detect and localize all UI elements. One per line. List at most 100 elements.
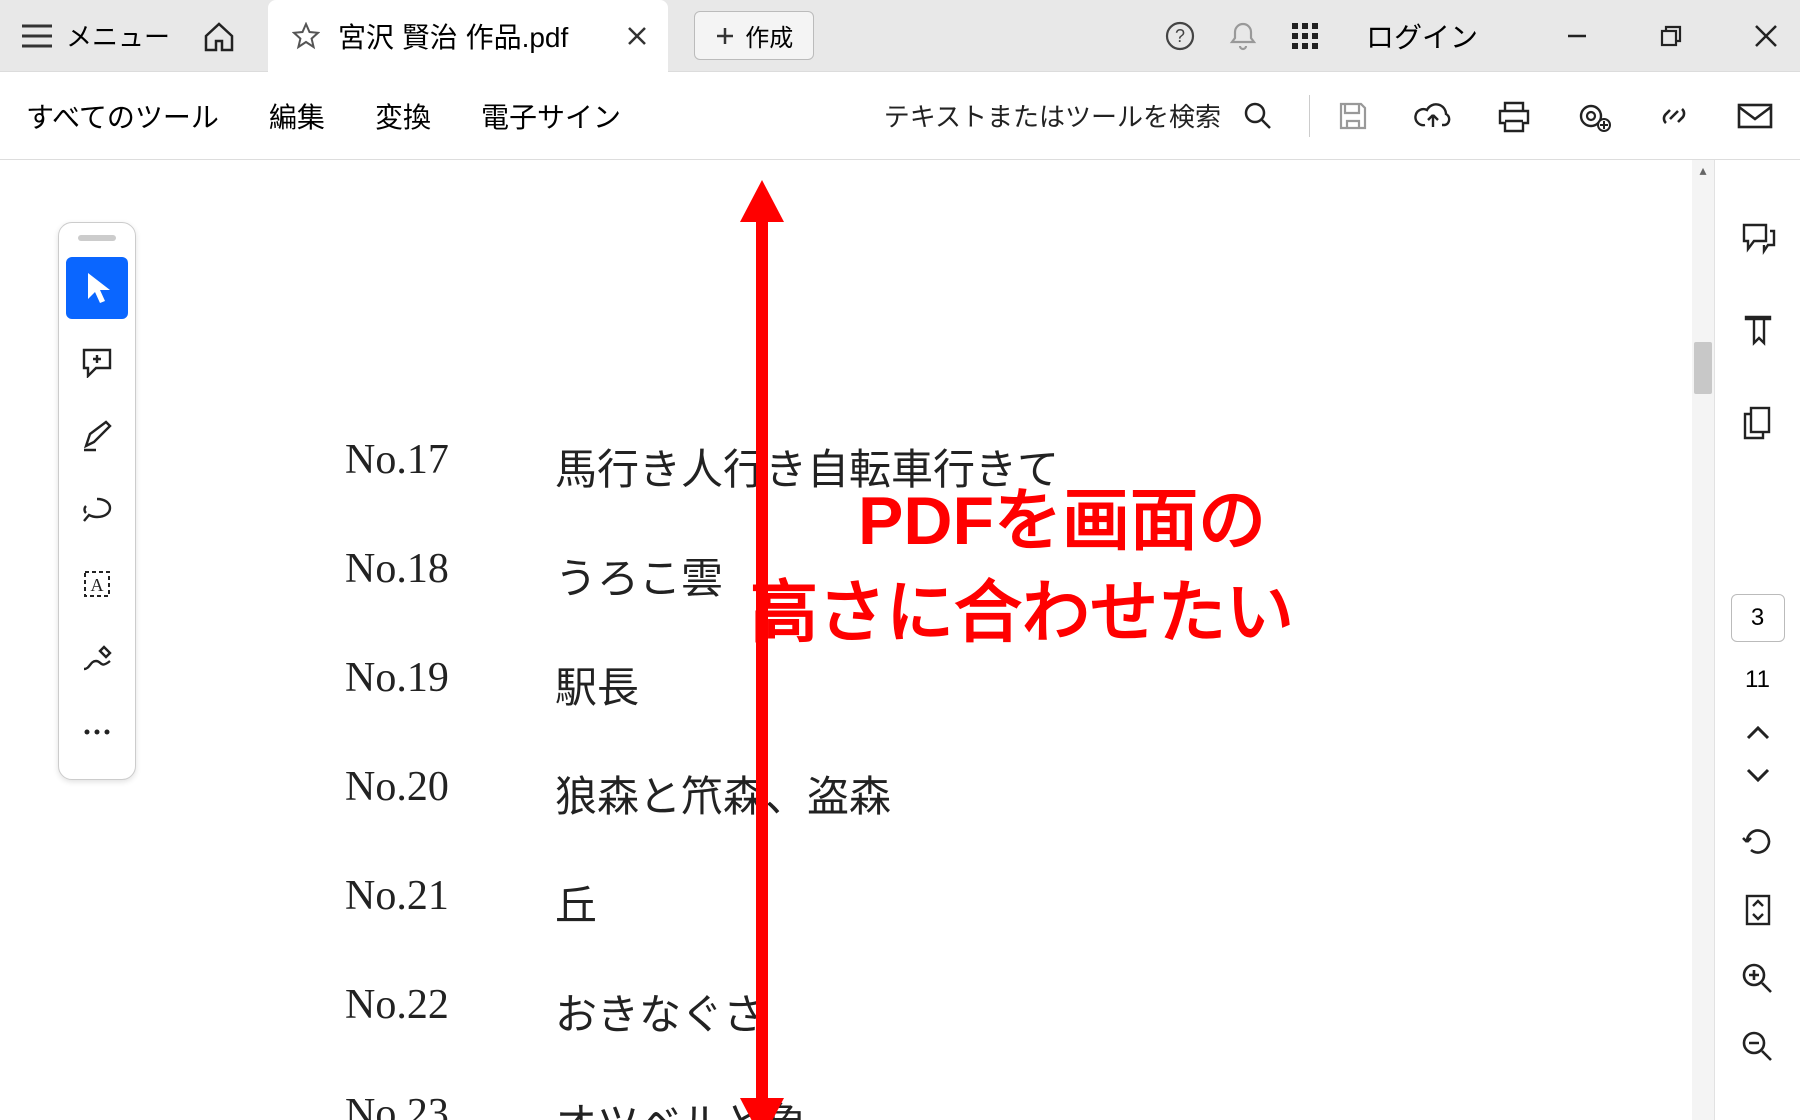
text-select-tool[interactable]: A (66, 553, 128, 615)
comments-panel-button[interactable] (1734, 214, 1782, 262)
zoom-out-button[interactable] (1741, 1030, 1775, 1064)
highlight-tool[interactable] (66, 405, 128, 467)
bell-icon (1228, 20, 1258, 52)
gear-plus-icon (1576, 99, 1612, 133)
edit-menu[interactable]: 編集 (269, 96, 325, 136)
window-controls (1564, 22, 1780, 50)
pages-panel-button[interactable] (1734, 398, 1782, 446)
home-button[interactable] (202, 20, 236, 52)
document-text: No.17馬行き人行き自転車行きて No.18うろこ雲 No.19駅長 No.2… (345, 436, 1059, 1120)
close-window-button[interactable] (1752, 22, 1780, 50)
next-page-button[interactable] (1745, 766, 1771, 784)
quick-tools-palette[interactable]: A (58, 222, 136, 780)
plus-icon (715, 26, 735, 46)
more-icon (82, 727, 112, 737)
bookmark-panel-icon (1742, 313, 1774, 347)
login-button[interactable]: ログイン (1352, 16, 1492, 56)
doc-row: No.23オツベルと象 (345, 1090, 1059, 1120)
menu-label: メニュー (66, 17, 170, 54)
pen-icon (80, 643, 114, 673)
zoom-in-icon (1741, 962, 1775, 996)
toolbar-icons (1336, 99, 1774, 133)
fit-page-button[interactable] (1743, 892, 1773, 928)
doc-row: No.18うろこ雲 (345, 545, 1059, 606)
svg-text:A: A (91, 575, 104, 595)
prev-page-button[interactable] (1745, 724, 1771, 742)
restore-icon (1658, 23, 1684, 49)
comments-panel-icon (1740, 221, 1776, 255)
row-title: 丘 (555, 872, 597, 933)
help-icon: ? (1164, 20, 1196, 52)
apps-button[interactable] (1290, 21, 1320, 51)
menu-button[interactable]: メニュー (22, 17, 170, 54)
row-title: うろこ雲 (555, 545, 723, 606)
link-icon (1656, 99, 1692, 133)
create-button[interactable]: 作成 (694, 11, 814, 60)
cursor-icon (82, 271, 112, 305)
save-button[interactable] (1336, 99, 1370, 133)
search-placeholder: テキストまたはツールを検索 (884, 97, 1221, 134)
save-icon (1336, 99, 1370, 133)
doc-row: No.17馬行き人行き自転車行きて (345, 436, 1059, 497)
more-tools[interactable] (66, 701, 128, 763)
home-icon (202, 20, 236, 52)
palette-grip[interactable] (78, 235, 116, 241)
minimize-icon (1564, 23, 1590, 49)
convert-menu[interactable]: 変換 (375, 96, 431, 136)
settings-add-button[interactable] (1576, 99, 1612, 133)
row-title: 馬行き人行き自転車行きて (555, 436, 1059, 497)
vertical-scrollbar[interactable]: ▴ (1692, 160, 1714, 1120)
restore-button[interactable] (1658, 23, 1684, 49)
current-page-input[interactable]: 3 (1731, 594, 1785, 642)
doc-row: No.21丘 (345, 872, 1059, 933)
scrollbar-thumb[interactable] (1694, 342, 1712, 394)
mail-icon (1736, 101, 1774, 131)
toolbar: すべてのツール 編集 変換 電子サイン テキストまたはツールを検索 (0, 72, 1800, 160)
search-box[interactable]: テキストまたはツールを検索 (884, 97, 1273, 134)
apps-grid-icon (1290, 21, 1320, 51)
row-title: 駅長 (555, 654, 639, 715)
row-number: No.17 (345, 436, 555, 497)
row-title: オツベルと象 (555, 1090, 807, 1120)
row-number: No.18 (345, 545, 555, 606)
svg-text:?: ? (1175, 26, 1185, 46)
select-tool[interactable] (66, 257, 128, 319)
scroll-up-arrow[interactable]: ▴ (1692, 162, 1714, 179)
star-icon[interactable] (292, 22, 320, 50)
titlebar: メニュー 宮沢 賢治 作品.pdf 作成 ? (0, 0, 1800, 72)
notifications-button[interactable] (1228, 20, 1258, 52)
add-comment-tool[interactable] (66, 331, 128, 393)
add-comment-icon (80, 346, 114, 378)
mail-button[interactable] (1736, 101, 1774, 131)
rotate-button[interactable] (1741, 824, 1775, 858)
close-window-icon (1752, 22, 1780, 50)
document-viewport[interactable]: No.17馬行き人行き自転車行きて No.18うろこ雲 No.19駅長 No.2… (0, 160, 1714, 1120)
content-area: No.17馬行き人行き自転車行きて No.18うろこ雲 No.19駅長 No.2… (0, 160, 1800, 1120)
cloud-upload-button[interactable] (1414, 101, 1452, 131)
lasso-tool[interactable] (66, 479, 128, 541)
row-title: 狼森と笊森、盗森 (555, 763, 891, 824)
text-select-icon: A (81, 568, 113, 600)
view-controls (1741, 824, 1775, 1064)
toolbar-separator (1309, 95, 1310, 137)
row-number: No.22 (345, 981, 555, 1042)
current-page: 3 (1751, 604, 1764, 632)
minimize-button[interactable] (1564, 23, 1590, 49)
document-tab[interactable]: 宮沢 賢治 作品.pdf (268, 0, 668, 72)
row-title: おきなぐさ (555, 981, 765, 1042)
esign-menu[interactable]: 電子サイン (481, 96, 621, 136)
help-button[interactable]: ? (1164, 20, 1196, 52)
doc-row: No.19駅長 (345, 654, 1059, 715)
create-label: 作成 (745, 18, 793, 53)
print-button[interactable] (1496, 99, 1532, 133)
draw-tool[interactable] (66, 627, 128, 689)
all-tools-menu[interactable]: すべてのツール (26, 96, 219, 136)
link-button[interactable] (1656, 99, 1692, 133)
row-number: No.21 (345, 872, 555, 933)
zoom-in-button[interactable] (1741, 962, 1775, 996)
row-number: No.20 (345, 763, 555, 824)
bookmarks-panel-button[interactable] (1734, 306, 1782, 354)
doc-row: No.22おきなぐさ (345, 981, 1059, 1042)
tab-close-button[interactable] (626, 25, 648, 47)
chevron-down-icon (1745, 766, 1771, 784)
